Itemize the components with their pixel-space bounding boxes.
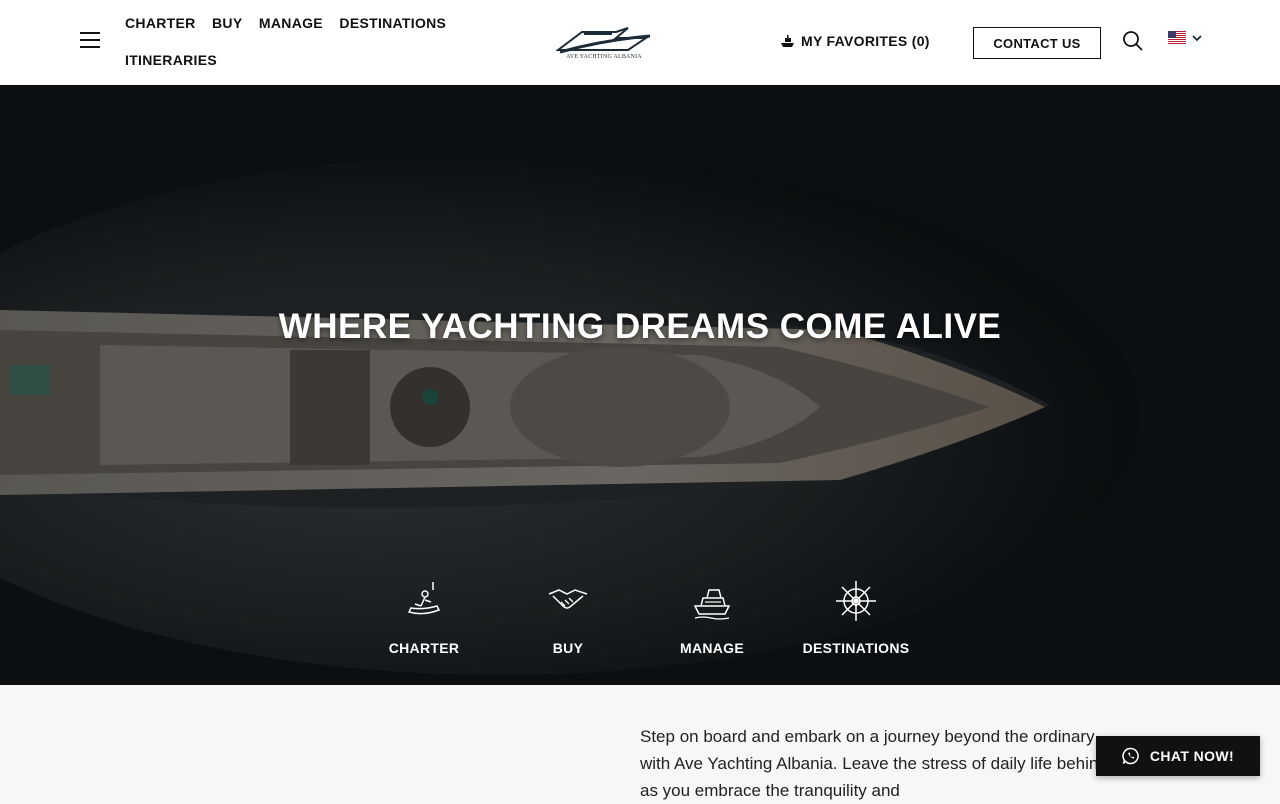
boat-icon	[781, 34, 794, 47]
jet-ski-icon	[407, 582, 441, 615]
hero-section: WHERE YACHTING DREAMS COME ALIVE CHARTER…	[0, 85, 1280, 685]
nav-manage[interactable]: MANAGE	[259, 14, 323, 32]
service-manage[interactable]: MANAGE	[652, 580, 772, 656]
services-row: CHARTER BUY MANAGE DESTINATIONS	[380, 580, 920, 660]
nav-charter[interactable]: CHARTER	[125, 14, 196, 32]
contact-us-button[interactable]: CONTACT US	[973, 27, 1101, 59]
chevron-down-icon	[1192, 34, 1202, 41]
service-charter[interactable]: CHARTER	[364, 580, 484, 656]
handshake-icon	[548, 589, 588, 609]
chat-now-button[interactable]: CHAT NOW!	[1096, 736, 1260, 776]
service-label: BUY	[552, 640, 584, 656]
nav-itineraries[interactable]: ITINERARIES	[125, 51, 217, 69]
yacht-logo-icon	[555, 27, 651, 54]
us-flag-icon	[1168, 31, 1186, 44]
nav-buy[interactable]: BUY	[212, 14, 242, 32]
whatsapp-icon	[1122, 747, 1139, 765]
intro-section: Step on board and embark on a journey be…	[0, 685, 1280, 800]
service-label: CHARTER	[388, 640, 460, 656]
language-selector[interactable]	[1168, 31, 1202, 44]
menu-icon[interactable]	[80, 32, 100, 50]
nav-destinations[interactable]: DESTINATIONS	[339, 14, 446, 32]
search-icon[interactable]	[1122, 30, 1144, 52]
site-header: CHARTER BUY MANAGE DESTINATIONS ITINERAR…	[0, 0, 1280, 85]
favorites-label: MY FAVORITES (0)	[801, 33, 930, 49]
service-label: DESTINATIONS	[802, 640, 910, 656]
yacht-icon	[693, 589, 731, 620]
logo-text: AVE YACHTING ALBANIA	[566, 54, 642, 60]
chat-label: CHAT NOW!	[1149, 748, 1235, 764]
hero-title: WHERE YACHTING DREAMS COME ALIVE	[278, 307, 1002, 346]
service-label: MANAGE	[679, 640, 745, 656]
site-logo[interactable]: AVE YACHTING ALBANIA	[555, 24, 652, 64]
service-buy[interactable]: BUY	[508, 580, 628, 656]
ship-wheel-icon	[836, 581, 876, 621]
service-destinations[interactable]: DESTINATIONS	[796, 580, 916, 656]
intro-text: Step on board and embark on a journey be…	[640, 727, 1108, 800]
main-nav: CHARTER BUY MANAGE DESTINATIONS ITINERAR…	[125, 14, 465, 70]
favorites-link[interactable]: MY FAVORITES (0)	[780, 33, 930, 49]
